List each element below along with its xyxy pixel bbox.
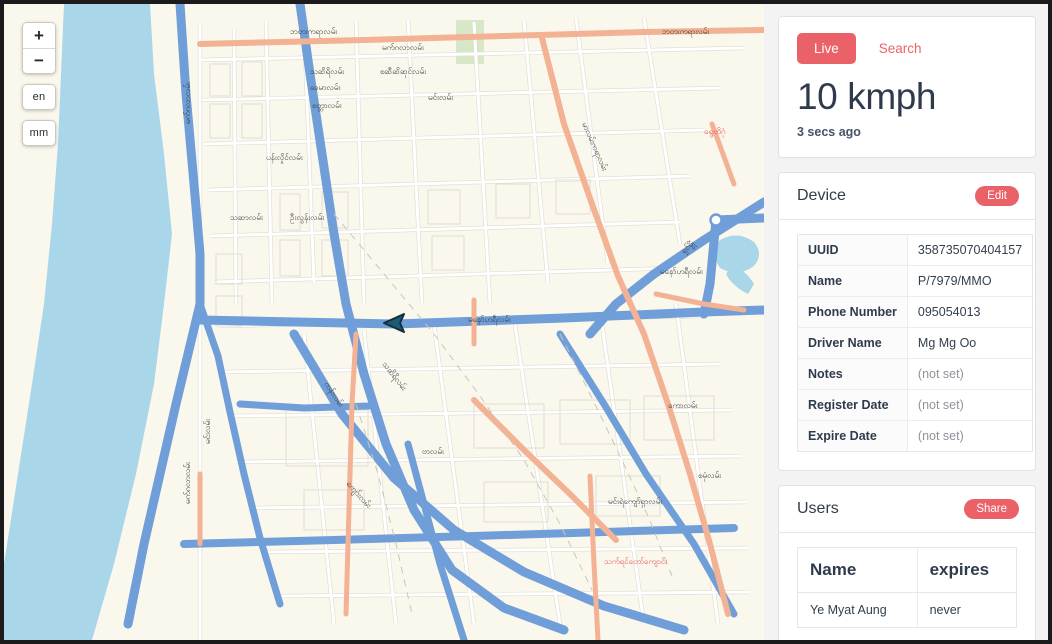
- zoom-in-button[interactable]: +: [23, 23, 55, 48]
- app-root: .w { fill:#a9d6e9; } .pr { stroke:#6f9ed…: [0, 0, 1052, 644]
- device-card: Device Edit UUID 358735070404157 Name P/…: [778, 172, 1036, 471]
- svg-text:မင်းလမ်း: မင်းလမ်း: [428, 92, 454, 102]
- users-card-header: Users Share: [779, 486, 1035, 533]
- column-header-expires: expires: [917, 548, 1016, 593]
- speed-readout: 10 kmph: [797, 76, 1017, 117]
- svg-text:မင်းလမ်း: မင်းလမ်း: [202, 418, 212, 444]
- row-label: Notes: [798, 359, 908, 390]
- row-label: Name: [798, 266, 908, 297]
- map-canvas[interactable]: .w { fill:#a9d6e9; } .pr { stroke:#6f9ed…: [4, 4, 764, 640]
- row-value: 095054013: [907, 297, 1032, 328]
- svg-text:သဆာလမ်း: သဆာလမ်း: [230, 212, 264, 222]
- language-mm-button[interactable]: mm: [23, 121, 55, 145]
- share-users-button[interactable]: Share: [964, 499, 1019, 519]
- table-row: Notes (not set): [798, 359, 1033, 390]
- row-value: Mg Mg Oo: [907, 328, 1032, 359]
- row-label: Expire Date: [798, 421, 908, 452]
- svg-text:မက်ဂလာလမ်း: မက်ဂလာလမ်း: [182, 81, 192, 124]
- svg-text:ခေမာလမ်း: ခေမာလမ်း: [310, 82, 341, 92]
- row-label: Phone Number: [798, 297, 908, 328]
- row-value: (not set): [907, 359, 1032, 390]
- tab-search[interactable]: Search: [862, 33, 939, 64]
- table-row: Driver Name Mg Mg Oo: [798, 328, 1033, 359]
- device-card-body: UUID 358735070404157 Name P/7979/MMO Pho…: [779, 220, 1035, 470]
- details-panel: Live Search 10 kmph 3 secs ago Device Ed…: [764, 4, 1048, 640]
- zoom-control-group: + −: [22, 22, 56, 74]
- table-row: Phone Number 095054013: [798, 297, 1033, 328]
- users-card-title: Users: [797, 500, 839, 518]
- language-en-button[interactable]: en: [23, 85, 55, 109]
- table-row: UUID 358735070404157: [798, 235, 1033, 266]
- tab-live[interactable]: Live: [797, 33, 856, 64]
- row-value: P/7979/MMO: [907, 266, 1032, 297]
- zoom-out-button[interactable]: −: [23, 48, 55, 73]
- users-table: Name expires Ye Myat Aung never: [797, 547, 1017, 628]
- svg-text:ဗာလမ်း: ဗာလမ်း: [422, 446, 445, 456]
- status-tabs: Live Search: [797, 33, 1017, 64]
- table-row: Expire Date (not set): [798, 421, 1033, 452]
- users-card-body: Name expires Ye Myat Aung never: [779, 533, 1035, 640]
- svg-text:မက်ဂလာလမ်း: မက်ဂလာလမ်း: [382, 42, 425, 52]
- table-row: Ye Myat Aung never: [798, 593, 1017, 628]
- row-label: Driver Name: [798, 328, 908, 359]
- device-details-table: UUID 358735070404157 Name P/7979/MMO Pho…: [797, 234, 1033, 452]
- edit-device-button[interactable]: Edit: [975, 186, 1019, 206]
- table-row: Register Date (not set): [798, 390, 1033, 421]
- row-value: 358735070404157: [907, 235, 1032, 266]
- map-controls: + − en mm: [22, 22, 56, 146]
- vehicle-marker[interactable]: [382, 312, 406, 334]
- users-card: Users Share Name expires Ye Myat Aung ne…: [778, 485, 1036, 640]
- device-card-header: Device Edit: [779, 173, 1035, 220]
- column-header-name: Name: [798, 548, 918, 593]
- row-value: (not set): [907, 390, 1032, 421]
- language-mm-group: mm: [22, 120, 56, 146]
- user-expires-cell: never: [917, 593, 1016, 628]
- svg-text:ကောလမ်း: ကောလမ်း: [668, 400, 699, 410]
- language-en-group: en: [22, 84, 56, 110]
- row-label: UUID: [798, 235, 908, 266]
- user-name-cell: Ye Myat Aung: [798, 593, 918, 628]
- svg-text:မက်ဂလာလမ်း: မက်ဂလာလမ်း: [182, 461, 192, 504]
- device-card-title: Device: [797, 187, 846, 205]
- row-value: (not set): [907, 421, 1032, 452]
- status-card: Live Search 10 kmph 3 secs ago: [778, 16, 1036, 158]
- row-label: Register Date: [798, 390, 908, 421]
- last-update-time: 3 secs ago: [797, 125, 1017, 139]
- vehicle-arrow-icon: [382, 312, 406, 334]
- table-row: Name P/7979/MMO: [798, 266, 1033, 297]
- table-header-row: Name expires: [798, 548, 1017, 593]
